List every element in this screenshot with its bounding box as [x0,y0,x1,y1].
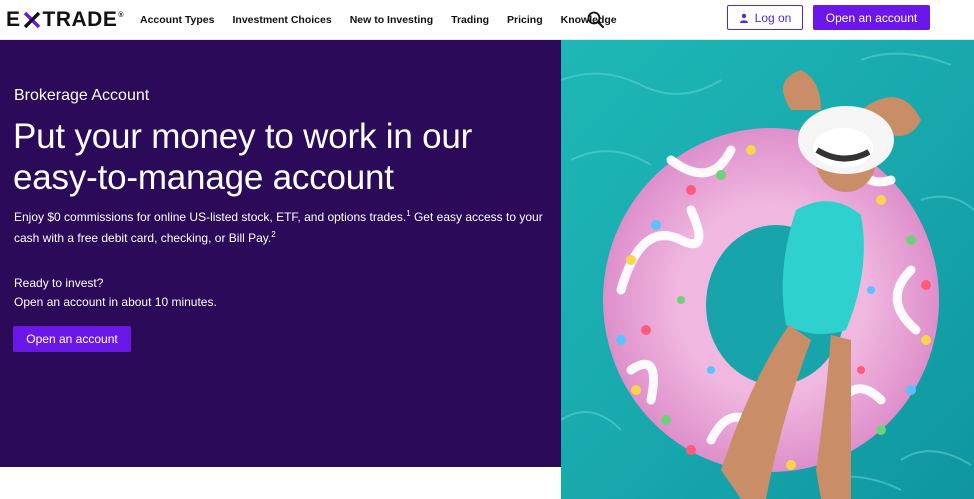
nav-item-investment-choices[interactable]: Investment Choices [232,14,331,26]
search-icon[interactable] [586,10,606,30]
open-account-button-header[interactable]: Open an account [813,5,930,30]
log-on-label: Log on [754,10,792,25]
user-icon [739,13,748,23]
nav-item-trading[interactable]: Trading [451,14,489,26]
site-header: E TRADE ® Account Types Investment Choic… [0,0,974,40]
logo-wordmark: TRADE [42,8,118,31]
hero-description: Enjoy $0 commissions for online US-liste… [14,205,549,247]
hero-image-pool-float [561,40,974,499]
hero-headline: Put your money to work in our easy-to-ma… [13,117,473,197]
open-time-text: Open an account in about 10 minutes. [14,295,217,309]
etrade-logo[interactable]: E TRADE ® [6,8,125,31]
footnote-2-link[interactable]: 2 [271,230,275,239]
open-account-button-hero[interactable]: Open an account [13,326,131,352]
main-nav: Account Types Investment Choices New to … [140,0,635,40]
logo-registered-mark: ® [118,11,125,19]
hero-panel: Brokerage Account Put your money to work… [0,40,561,467]
nav-item-new-to-investing[interactable]: New to Investing [350,14,433,26]
nav-item-account-types[interactable]: Account Types [140,14,214,26]
log-on-button[interactable]: Log on [727,5,803,30]
nav-item-pricing[interactable]: Pricing [507,14,543,26]
hero-desc-text-1: Enjoy $0 commissions for online US-liste… [14,210,407,224]
hero-eyebrow: Brokerage Account [14,87,150,104]
ready-to-invest-text: Ready to invest? [14,276,104,290]
page-bottom-strip [0,467,561,499]
logo-letter-e: E [6,8,21,31]
logo-x-mark-icon [22,10,42,30]
